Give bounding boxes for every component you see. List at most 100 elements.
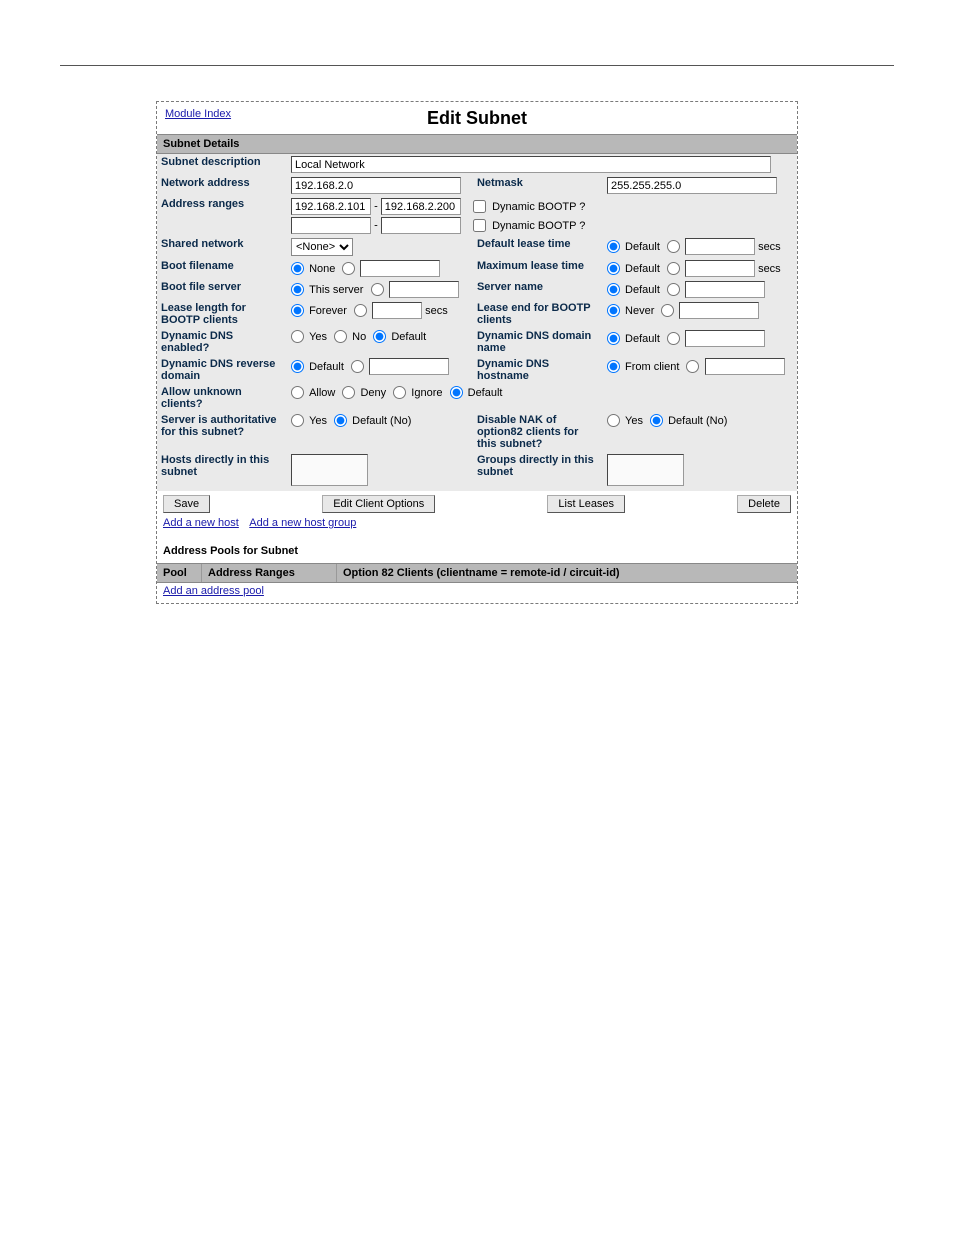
default-lease-secs: secs	[758, 241, 781, 253]
label-max-lease: Maximum lease time	[473, 258, 603, 279]
label-disable-nak: Disable NAK of option82 clients for this…	[473, 412, 603, 452]
add-host-link[interactable]: Add a new host	[163, 517, 239, 529]
range-from-2[interactable]	[291, 217, 371, 234]
add-pool-link[interactable]: Add an address pool	[163, 585, 264, 597]
range-to-1[interactable]	[381, 198, 461, 215]
ddns-hostname-value-radio[interactable]	[686, 360, 699, 373]
edit-client-options-button[interactable]: Edit Client Options	[322, 495, 435, 513]
unknown-allow-label: Allow	[309, 387, 335, 399]
unknown-allow-radio[interactable]	[291, 386, 304, 399]
lease-end-never-label: Never	[625, 305, 654, 317]
max-lease-value-radio[interactable]	[667, 262, 680, 275]
page-title: Edit Subnet	[157, 108, 797, 129]
lease-length-input[interactable]	[372, 302, 422, 319]
netmask-input[interactable]	[607, 177, 777, 194]
ddns-reverse-value-radio[interactable]	[351, 360, 364, 373]
label-network-address: Network address	[157, 175, 287, 196]
label-dynamic-bootp-2: Dynamic BOOTP ?	[492, 220, 585, 232]
hosts-list[interactable]	[291, 454, 368, 486]
ddns-reverse-default-label: Default	[309, 361, 344, 373]
default-lease-input[interactable]	[685, 238, 755, 255]
pools-col-pool: Pool	[157, 564, 202, 582]
label-default-lease: Default lease time	[473, 236, 603, 258]
max-lease-input[interactable]	[685, 260, 755, 277]
boot-server-this-radio[interactable]	[291, 283, 304, 296]
server-name-default-label: Default	[625, 284, 660, 296]
groups-list[interactable]	[607, 454, 684, 486]
label-dynamic-bootp-1: Dynamic BOOTP ?	[492, 201, 585, 213]
unknown-ignore-radio[interactable]	[393, 386, 406, 399]
edit-subnet-panel: Module Index Edit Subnet Subnet Details …	[156, 101, 798, 604]
lease-length-secs: secs	[425, 305, 448, 317]
range-from-1[interactable]	[291, 198, 371, 215]
top-rule	[60, 65, 894, 66]
boot-filename-input[interactable]	[360, 260, 440, 277]
shared-network-select[interactable]: <None>	[291, 238, 353, 256]
ddns-domain-input[interactable]	[685, 330, 765, 347]
range-dash-2: -	[374, 220, 378, 232]
ddns-domain-default-radio[interactable]	[607, 332, 620, 345]
network-address-input[interactable]	[291, 177, 461, 194]
boot-server-input[interactable]	[389, 281, 459, 298]
unknown-default-label: Default	[468, 387, 503, 399]
ddns-no-radio[interactable]	[334, 330, 347, 343]
max-lease-secs: secs	[758, 263, 781, 275]
label-netmask: Netmask	[473, 175, 603, 196]
ddns-yes-label: Yes	[309, 331, 327, 343]
range-bootp-2[interactable]	[473, 219, 486, 232]
label-hosts-directly: Hosts directly in this subnet	[157, 452, 287, 491]
label-authoritative: Server is authoritative for this subnet?	[157, 412, 287, 452]
save-button[interactable]: Save	[163, 495, 210, 513]
ddns-domain-value-radio[interactable]	[667, 332, 680, 345]
nak-default-radio[interactable]	[650, 414, 663, 427]
label-ddns-enabled: Dynamic DNS enabled?	[157, 328, 287, 356]
default-lease-default-radio[interactable]	[607, 240, 620, 253]
pools-title: Address Pools for Subnet	[157, 535, 797, 563]
label-lease-length-bootp: Lease length for BOOTP clients	[157, 300, 287, 328]
lease-end-never-radio[interactable]	[607, 304, 620, 317]
server-name-input[interactable]	[685, 281, 765, 298]
delete-button[interactable]: Delete	[737, 495, 791, 513]
unknown-ignore-label: Ignore	[411, 387, 442, 399]
auth-default-radio[interactable]	[334, 414, 347, 427]
lease-end-value-radio[interactable]	[661, 304, 674, 317]
label-allow-unknown: Allow unknown clients?	[157, 384, 287, 412]
auth-yes-radio[interactable]	[291, 414, 304, 427]
unknown-deny-radio[interactable]	[342, 386, 355, 399]
subnet-description-input[interactable]	[291, 156, 771, 173]
max-lease-default-radio[interactable]	[607, 262, 620, 275]
nak-yes-radio[interactable]	[607, 414, 620, 427]
label-subnet-description: Subnet description	[157, 154, 287, 175]
list-leases-button[interactable]: List Leases	[547, 495, 625, 513]
range-bootp-1[interactable]	[473, 200, 486, 213]
range-to-2[interactable]	[381, 217, 461, 234]
boot-filename-none-radio[interactable]	[291, 262, 304, 275]
lease-length-value-radio[interactable]	[354, 304, 367, 317]
max-lease-default-label: Default	[625, 263, 660, 275]
ddns-reverse-default-radio[interactable]	[291, 360, 304, 373]
ddns-hostname-input[interactable]	[705, 358, 785, 375]
label-ddns-hostname: Dynamic DNS hostname	[473, 356, 603, 384]
boot-filename-none-label: None	[309, 263, 335, 275]
ddns-yes-radio[interactable]	[291, 330, 304, 343]
ddns-reverse-input[interactable]	[369, 358, 449, 375]
boot-server-this-label: This server	[309, 284, 363, 296]
boot-filename-value-radio[interactable]	[342, 262, 355, 275]
server-name-value-radio[interactable]	[667, 283, 680, 296]
default-lease-value-radio[interactable]	[667, 240, 680, 253]
label-address-ranges: Address ranges	[157, 196, 287, 236]
lease-end-input[interactable]	[679, 302, 759, 319]
module-index-link[interactable]: Module Index	[165, 108, 231, 120]
lease-length-forever-radio[interactable]	[291, 304, 304, 317]
ddns-domain-default-label: Default	[625, 333, 660, 345]
boot-server-value-radio[interactable]	[371, 283, 384, 296]
ddns-hostname-fromclient-radio[interactable]	[607, 360, 620, 373]
pools-col-ranges: Address Ranges	[202, 564, 337, 582]
unknown-default-radio[interactable]	[450, 386, 463, 399]
nak-yes-label: Yes	[625, 415, 643, 427]
range-dash-1: -	[374, 201, 378, 213]
server-name-default-radio[interactable]	[607, 283, 620, 296]
label-shared-network: Shared network	[157, 236, 287, 258]
ddns-default-radio[interactable]	[373, 330, 386, 343]
add-host-group-link[interactable]: Add a new host group	[249, 517, 356, 529]
